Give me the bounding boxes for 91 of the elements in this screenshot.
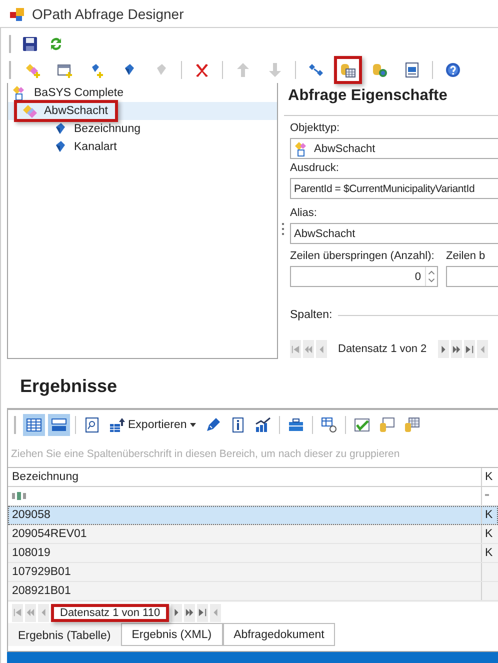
database-globe-icon	[372, 62, 388, 78]
tree-label: AbwSchacht	[42, 105, 110, 117]
group-hint: Ziehen Sie eine Spaltenüberschrift in diesen Bereich, um nach dieser zu gruppieren	[8, 440, 498, 468]
diamonds-plus-icon	[25, 62, 41, 78]
export-icon	[109, 417, 125, 433]
pen-icon	[204, 417, 221, 433]
first-icon	[13, 608, 22, 617]
scroll-left-icon	[211, 608, 220, 617]
table-row[interactable]: 209054REV01 K	[8, 525, 498, 544]
export-button[interactable]: Exportieren	[106, 414, 199, 436]
next-button[interactable]	[171, 604, 182, 622]
last-icon	[464, 344, 474, 354]
grid-view-icon	[26, 417, 42, 433]
next-page-icon	[452, 344, 461, 354]
splitter-grip-icon	[282, 223, 285, 235]
input-field[interactable]: ParentId = $CurrentMunicipalityVariantId	[290, 178, 498, 199]
save-icon	[22, 36, 38, 52]
next-page-icon	[185, 608, 194, 617]
section-label: Spalten:	[290, 309, 332, 321]
table-plus-icon	[57, 62, 73, 78]
find-icon	[84, 417, 100, 433]
record-counter: Datensatz 1 von 110	[51, 604, 170, 622]
arrow-down-icon	[267, 62, 283, 78]
database-table-icon	[340, 62, 356, 78]
tree-item[interactable]: Bezeichnung	[8, 120, 277, 138]
app-icon	[9, 6, 25, 22]
next-button[interactable]	[438, 340, 449, 358]
database-window-icon	[378, 417, 395, 433]
next-page-button[interactable]	[184, 604, 196, 622]
tab[interactable]: Ergebnis (XML)	[120, 623, 223, 646]
table-cell: 209058	[8, 506, 482, 524]
section-title: Ergebnisse	[19, 375, 118, 398]
card-view-icon	[51, 417, 67, 433]
table-row[interactable]: 209058 K	[8, 506, 498, 525]
tab[interactable]: Ergebnis (Tabelle)	[8, 623, 121, 646]
tree-item[interactable]: AbwSchacht	[8, 102, 277, 120]
arrow-up-icon	[235, 62, 251, 78]
diamonds-icon	[22, 103, 38, 119]
record-counter: Datensatz 1 von 2	[337, 342, 428, 357]
last-button[interactable]	[464, 340, 475, 358]
gem-plus-icon	[89, 62, 105, 78]
tree-item[interactable]: Kanalart	[8, 138, 277, 156]
linked-diamonds-icon	[308, 62, 324, 78]
info-icon	[230, 417, 246, 433]
toolbar-button[interactable]	[334, 56, 362, 84]
field-label: Ausdruck:	[290, 162, 340, 176]
tree-label: BaSYS Complete	[33, 87, 124, 99]
spin-field[interactable]: 0	[290, 266, 438, 287]
next-page-button[interactable]	[450, 340, 462, 358]
table-cell: 108019	[8, 544, 482, 562]
delete-icon	[194, 62, 210, 78]
document-icon	[404, 62, 420, 78]
tree-item[interactable]: BaSYS Complete	[8, 84, 277, 102]
table-cell-text: K	[484, 509, 494, 521]
checked-window-icon	[354, 417, 370, 433]
next-icon	[438, 344, 448, 354]
field-label: Alias:	[290, 207, 318, 221]
tab[interactable]: Abfragedokument	[222, 623, 336, 646]
previous-page-icon	[26, 608, 35, 617]
table-cell-text: K	[484, 528, 494, 540]
tree-label: Bezeichnung	[73, 123, 142, 135]
last-button[interactable]	[197, 604, 208, 622]
help-icon	[445, 62, 461, 78]
input-field[interactable]	[446, 266, 498, 287]
refresh-icon	[48, 36, 64, 52]
toolbar-button[interactable]	[23, 414, 45, 436]
input-field[interactable]: AbwSchacht	[290, 138, 498, 159]
last-icon	[198, 608, 208, 617]
table-refresh-icon	[320, 417, 337, 433]
previous-icon	[317, 344, 326, 354]
spinner-icon	[425, 267, 437, 286]
database-grid-icon	[404, 417, 420, 433]
field-label: Zeilen b	[446, 250, 486, 264]
caret-icon	[190, 423, 196, 427]
panel-title: Abfrage Eigenschafte	[288, 86, 448, 106]
toolbox-icon	[288, 417, 304, 433]
bar-chart-icon	[254, 417, 271, 433]
previous-page-icon	[304, 344, 313, 354]
column-header[interactable]: K	[482, 471, 498, 483]
window-title: OPath Abfrage Designer	[32, 6, 184, 22]
column-header[interactable]: Bezeichnung	[8, 468, 482, 486]
previous-icon	[39, 608, 48, 617]
tree-label: Kanalart	[73, 141, 118, 153]
first-icon	[291, 344, 300, 354]
input-field[interactable]: AbwSchacht	[290, 223, 498, 244]
table-cell: 209054REV01	[8, 525, 482, 543]
field-label: Objekttyp:	[290, 122, 341, 136]
toolbar-button[interactable]	[48, 414, 70, 436]
table-row[interactable]: 108019 K	[8, 544, 498, 563]
field-label: Zeilen überspringen (Anzahl):	[290, 250, 436, 264]
table-cell-text: K	[484, 547, 494, 559]
